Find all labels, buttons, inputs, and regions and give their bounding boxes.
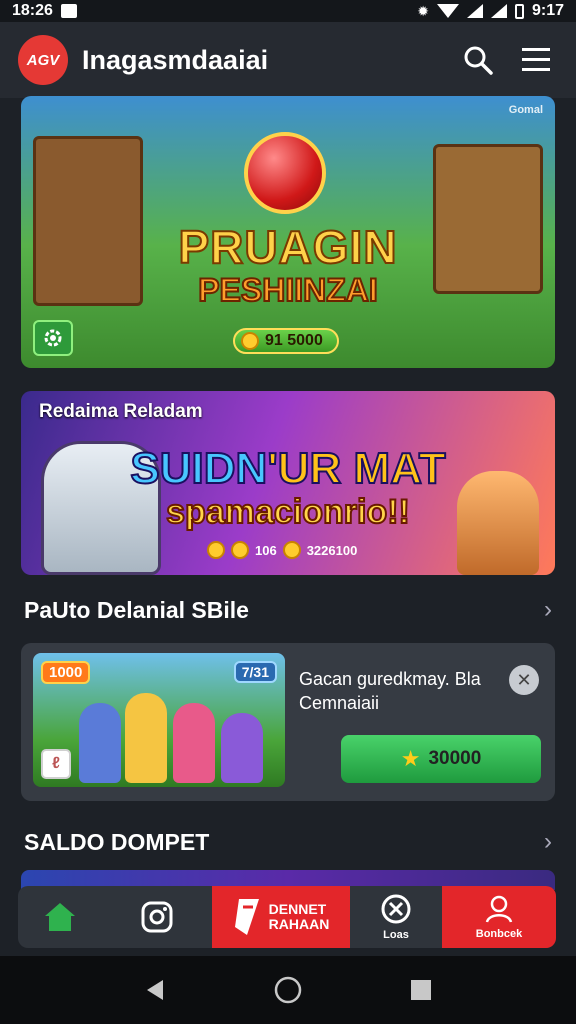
tab-home[interactable] — [18, 886, 102, 948]
home-circle-icon[interactable] — [274, 976, 302, 1004]
coin-icon — [241, 332, 259, 350]
promo-tab-line2: RAHAAN — [268, 916, 330, 932]
tab-loas-label: Loas — [383, 929, 409, 941]
status-bar: 18:26 ✹ 9:17 — [0, 0, 576, 22]
game-card[interactable]: 1000 7/31 ℓ Gacan guredkmay. Bla Cemnaia… — [21, 643, 555, 801]
promo-numbers: 106 3226100 — [207, 541, 357, 559]
coin-value: 91 5000 — [265, 332, 323, 349]
thumbnail-badge-right: 7/31 — [233, 661, 277, 683]
banner-headline-line1: PRUAGIN — [177, 221, 398, 273]
close-button[interactable]: ✕ — [509, 665, 539, 695]
bottom-tab-bar: DENNET RAHAAN Loas Bonbcek — [18, 886, 556, 948]
game-thumbnail[interactable]: 1000 7/31 ℓ — [33, 653, 285, 787]
promo-number-b: 3226100 — [306, 542, 358, 558]
tab-loas[interactable]: Loas — [350, 886, 442, 948]
card-title: Gacan guredkmay. Bla Cemnaiaii — [299, 669, 481, 713]
buy-button-label: 30000 — [428, 748, 482, 769]
gear-icon — [44, 329, 62, 347]
search-icon — [464, 46, 493, 75]
star-icon: ★ — [400, 746, 421, 771]
search-button[interactable] — [456, 38, 500, 82]
promo-tab-line1: DENNET — [268, 901, 327, 917]
promo-headline-line2: spamacionrio!! — [165, 493, 411, 531]
coin-icon — [207, 541, 225, 559]
mini-app-icon: ℓ — [41, 749, 71, 779]
banner-corner-tag: Gomal — [508, 104, 543, 116]
promo-small-title: Redaima Reladam — [39, 401, 203, 422]
coin-icon — [231, 541, 249, 559]
status-right-text: 9:17 — [531, 2, 564, 19]
tab-account[interactable]: Bonbcek — [442, 886, 556, 948]
signal-icon-2 — [490, 4, 507, 18]
app-title: Inagasmdaaiai — [82, 44, 269, 75]
section-header-2[interactable]: SALDO DOMPET › — [24, 828, 552, 856]
chevron-right-icon[interactable]: › — [544, 596, 552, 624]
chevron-right-icon[interactable]: › — [544, 828, 552, 856]
status-time: 18:26 — [12, 2, 53, 19]
user-icon — [485, 895, 513, 923]
promo-icon — [234, 899, 259, 935]
tab-instagram[interactable] — [102, 886, 212, 948]
kids-illustration — [79, 687, 269, 783]
section-header-1[interactable]: PaUto Delanial SBile › — [24, 596, 552, 624]
coin-reward-pill: 91 5000 — [233, 328, 339, 354]
banner-settings-button[interactable] — [33, 320, 73, 356]
wifi-icon — [436, 4, 459, 18]
promo-headline-part-b: 'UR MAT — [266, 444, 446, 493]
tab-account-label: Bonbcek — [475, 928, 523, 940]
section-title-2: SALDO DOMPET — [24, 828, 210, 855]
settings-status-icon: ✹ — [417, 2, 429, 19]
tab-promo[interactable]: DENNET RAHAAN — [212, 886, 350, 948]
buy-button[interactable]: ★ 30000 — [341, 735, 541, 783]
promo-number-a: 106 — [255, 542, 277, 558]
battery-icon — [514, 3, 524, 19]
back-icon[interactable] — [143, 978, 167, 1002]
thumbnail-badge-left: 1000 — [41, 661, 91, 684]
hamburger-menu-icon — [522, 48, 550, 71]
signal-icon — [466, 4, 483, 18]
menu-button[interactable] — [514, 38, 558, 82]
app-bar: AGV Inagasmdaaiai — [0, 22, 576, 98]
banner-headline: PRUAGIN PESHIINZAI — [21, 221, 555, 308]
system-nav-bar — [0, 956, 576, 1024]
x-circle-icon — [381, 894, 411, 924]
close-icon: ✕ — [516, 669, 532, 690]
instagram-icon — [141, 901, 173, 933]
logo-text: AGV — [26, 51, 60, 69]
promo-banner[interactable]: Redaima Reladam SUIDN'UR MAT spamacionri… — [21, 391, 555, 575]
hero-banner[interactable]: Gomal PRUAGIN PESHIINZAI 91 5000 — [21, 96, 555, 368]
notification-icon — [60, 4, 77, 18]
coin-icon — [282, 541, 301, 559]
promo-headline-part-a: SUIDN — [129, 444, 268, 493]
recents-icon[interactable] — [409, 978, 433, 1002]
prize-orb-illustration — [244, 132, 326, 214]
promo-headline-line1: SUIDN'UR MAT — [21, 444, 555, 493]
home-icon — [45, 903, 75, 931]
section-title-1: PaUto Delanial SBile — [24, 596, 249, 623]
banner-headline-line2: PESHIINZAI — [197, 272, 379, 308]
app-logo[interactable]: AGV — [18, 35, 68, 85]
